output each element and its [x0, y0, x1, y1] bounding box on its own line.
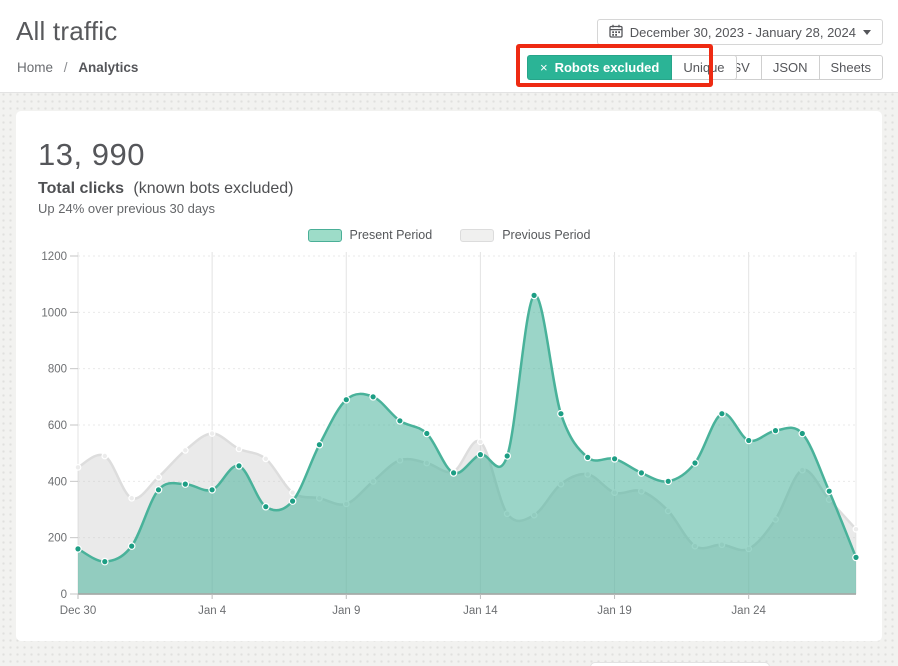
svg-text:Jan 19: Jan 19 — [597, 605, 632, 617]
previous-period-swatch-icon — [460, 229, 494, 242]
breadcrumb: Home / Analytics — [17, 60, 138, 75]
robots-excluded-filter-button[interactable]: × Robots excluded — [527, 55, 672, 80]
previous-period-label: Previous Period — [502, 228, 590, 242]
unique-toggle-button[interactable]: Unique — [672, 55, 736, 80]
svg-text:200: 200 — [48, 533, 67, 545]
breadcrumb-current: Analytics — [78, 60, 138, 75]
remove-filter-icon[interactable]: × — [540, 60, 548, 75]
traffic-area-chart: Dec 30 Jan 4 Jan 9 Jan 14 Jan 19 Jan 24 0 200 40… — [38, 244, 860, 628]
svg-text:600: 600 — [48, 420, 67, 432]
caret-down-icon — [863, 30, 871, 35]
total-clicks-label-note: (known bots excluded) — [133, 180, 293, 197]
total-clicks-label-bold: Total clicks — [38, 180, 124, 197]
next-card-peek — [590, 662, 770, 666]
present-period-label: Present Period — [350, 228, 433, 242]
json-export-button[interactable]: JSON — [761, 55, 820, 80]
legend-item-previous: Previous Period — [460, 228, 590, 242]
svg-text:Dec 30: Dec 30 — [60, 605, 96, 617]
svg-text:Jan 9: Jan 9 — [332, 605, 360, 617]
chart-area: Dec 30 Jan 4 Jan 9 Jan 14 Jan 19 Jan 24 0 200 40… — [38, 244, 860, 633]
date-range-picker-button[interactable]: December 30, 2023 - January 28, 2024 — [597, 19, 883, 45]
present-period-swatch-icon — [308, 229, 342, 242]
analytics-page: All traffic Home / Analytics — [0, 0, 898, 666]
calendar-icon — [609, 24, 623, 41]
date-range-label: December 30, 2023 - January 28, 2024 — [630, 25, 856, 40]
total-clicks-value: 13, 990 — [38, 137, 860, 173]
filter-button-group: × Robots excluded Unique — [527, 55, 737, 80]
svg-text:Jan 14: Jan 14 — [463, 605, 498, 617]
svg-text:400: 400 — [48, 476, 67, 488]
svg-text:800: 800 — [48, 364, 67, 376]
svg-text:Jan 24: Jan 24 — [731, 605, 766, 617]
svg-text:1000: 1000 — [41, 307, 67, 319]
svg-text:1200: 1200 — [41, 251, 67, 263]
total-clicks-label: Total clicks (known bots excluded) — [38, 180, 860, 198]
comparison-subtext: Up 24% over previous 30 days — [38, 201, 860, 216]
legend-item-present: Present Period — [308, 228, 433, 242]
page-header: All traffic Home / Analytics — [0, 0, 898, 93]
page-title: All traffic — [16, 16, 117, 47]
breadcrumb-home-link[interactable]: Home — [17, 60, 53, 75]
robots-excluded-label: Robots excluded — [555, 60, 660, 75]
breadcrumb-separator: / — [64, 60, 68, 75]
svg-text:0: 0 — [61, 589, 67, 601]
chart-legend: Present Period Previous Period — [38, 228, 860, 242]
traffic-chart-card: 13, 990 Total clicks (known bots exclude… — [16, 111, 882, 641]
sheets-export-button[interactable]: Sheets — [819, 55, 883, 80]
svg-text:Jan 4: Jan 4 — [198, 605, 227, 617]
